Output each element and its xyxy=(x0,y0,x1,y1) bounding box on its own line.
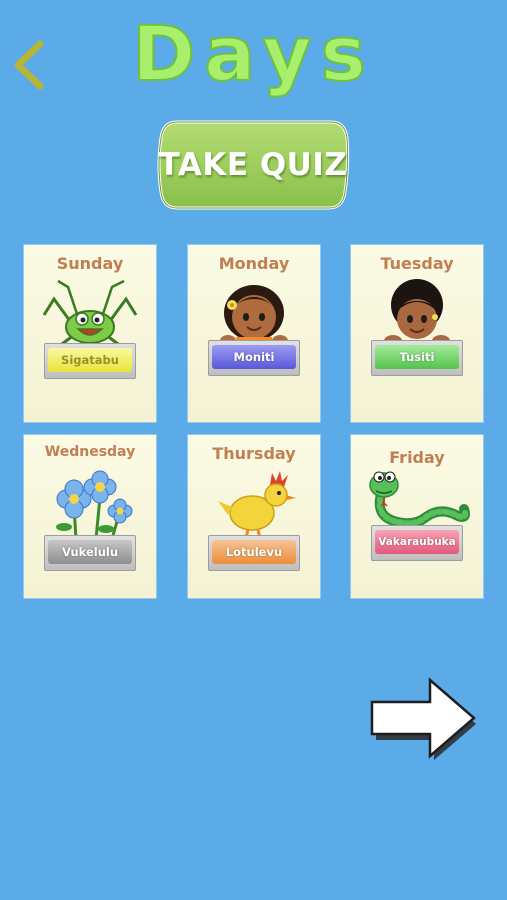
day-name: Tuesday xyxy=(380,254,454,273)
translation-badge: Vukelulu xyxy=(44,535,136,571)
translation-badge: Lotulevu xyxy=(208,535,300,571)
day-name: Monday xyxy=(218,254,290,273)
day-card-monday[interactable]: Monday Moniti xyxy=(188,245,320,422)
day-card-sunday[interactable]: Sunday Sigatabu xyxy=(24,245,156,422)
day-card-tuesday[interactable]: Tuesday Tusiti xyxy=(351,245,483,422)
next-button[interactable] xyxy=(370,674,484,762)
day-name: Sunday xyxy=(56,254,124,273)
translation-badge: Vakaraubuka xyxy=(371,525,463,561)
translation-label: Sigatabu xyxy=(48,348,132,372)
girl-icon xyxy=(220,285,288,349)
take-quiz-label: TAKE QUIZ xyxy=(158,147,348,183)
chick-icon xyxy=(218,471,296,539)
day-name: Wednesday xyxy=(44,444,136,460)
boy-icon xyxy=(384,279,450,347)
translation-badge: Moniti xyxy=(208,340,300,376)
translation-label: Vukelulu xyxy=(48,540,132,564)
translation-label: Lotulevu xyxy=(212,540,296,564)
day-name: Thursday xyxy=(212,444,296,463)
translation-badge: Tusiti xyxy=(371,340,463,376)
arrow-right-icon xyxy=(370,677,476,760)
translation-label: Moniti xyxy=(212,345,296,369)
flowers-icon xyxy=(56,470,133,539)
translation-label: Vakaraubuka xyxy=(375,530,459,554)
grasshopper-icon xyxy=(42,279,138,349)
day-card-friday[interactable]: Friday Vakaraubuka xyxy=(351,435,483,598)
page-title: Days xyxy=(131,8,375,99)
translation-badge: Sigatabu xyxy=(44,343,136,379)
day-card-wednesday[interactable]: Wednesday Vukelulu xyxy=(24,435,156,598)
day-card-thursday[interactable]: Thursday Lotulevu xyxy=(188,435,320,598)
take-quiz-button[interactable]: TAKE QUIZ xyxy=(155,118,351,212)
translation-label: Tusiti xyxy=(375,345,459,369)
